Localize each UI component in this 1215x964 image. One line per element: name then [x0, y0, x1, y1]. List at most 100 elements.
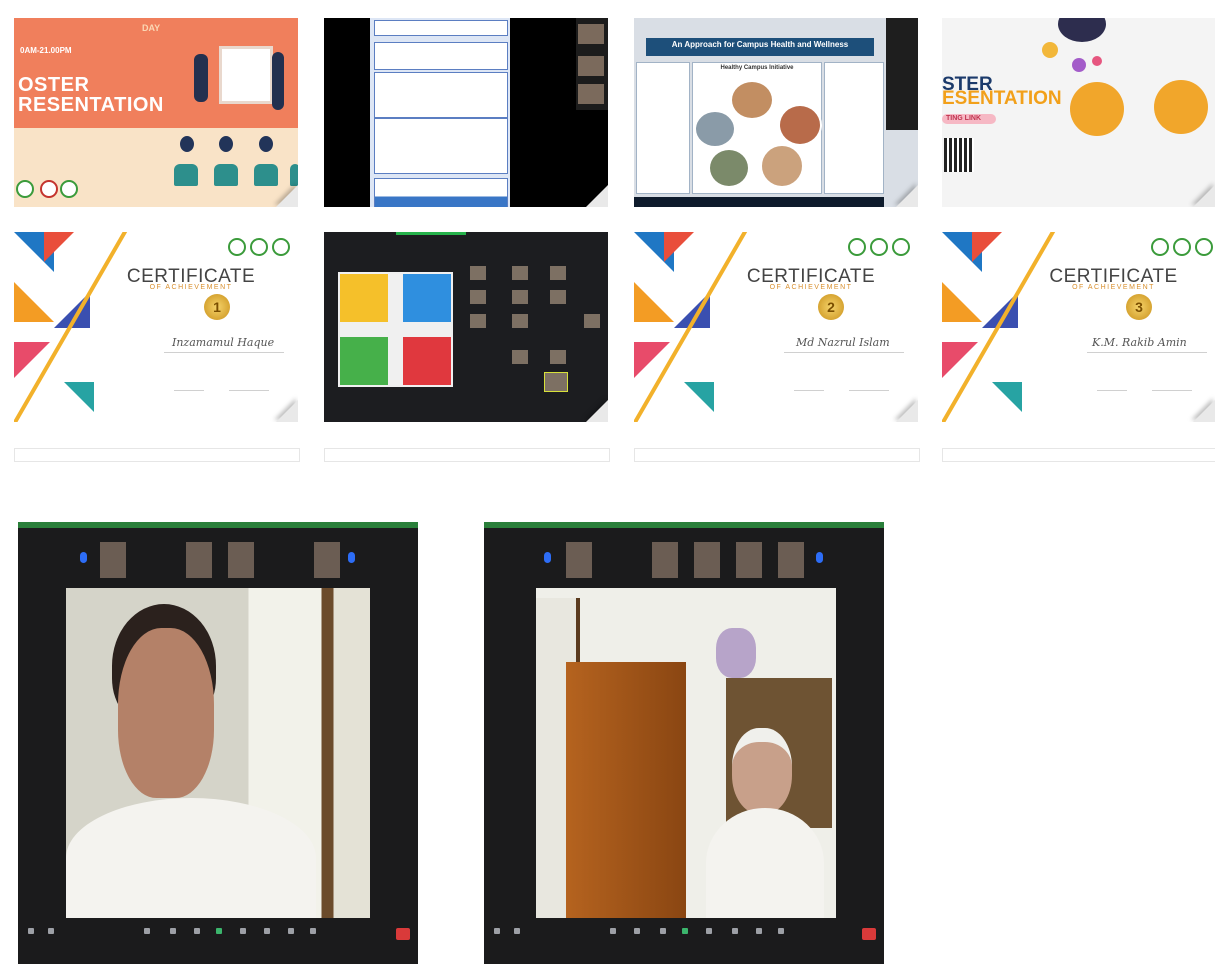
banner-title-line2: ESENTATION [942, 88, 1062, 109]
security-icon[interactable] [610, 928, 616, 934]
decor-circle [1042, 42, 1058, 58]
poster-header [374, 20, 508, 36]
more-icon[interactable] [778, 928, 784, 934]
banner-title-line2: RESENTATION [18, 94, 164, 116]
poster-screen-share-thumbnail[interactable] [324, 18, 608, 207]
certificate-thumbnail-3[interactable]: CERTIFICATE OF ACHIEVEMENT 3 K.M. Rakib … [942, 232, 1215, 422]
page-curl [586, 185, 608, 207]
speaker-shirt [706, 808, 824, 918]
university-logo-icon [892, 238, 910, 256]
poster-charts [374, 118, 508, 174]
end-meeting-button[interactable] [396, 928, 410, 940]
page-curl [276, 185, 298, 207]
participant-thumbnail [652, 542, 678, 578]
certificate-thumbnail-1[interactable]: CERTIFICATE OF ACHIEVEMENT 1 Inzamamul H… [14, 232, 298, 422]
ludo-blue-home [403, 274, 451, 322]
nav-left-icon[interactable] [544, 552, 551, 563]
university-logo-icon [272, 238, 290, 256]
placeholder-thumbnail [14, 448, 300, 462]
share-screen-icon[interactable] [682, 928, 688, 934]
mute-icon[interactable] [494, 928, 500, 934]
poster-presentation-speakers-thumbnail[interactable]: STER ESENTATION TING LINK [942, 18, 1215, 207]
participant-thumbnail [228, 542, 254, 578]
share-screen-icon[interactable] [216, 928, 222, 934]
participant-video [584, 314, 600, 328]
date-line [1097, 390, 1127, 391]
chat-icon[interactable] [194, 928, 200, 934]
security-icon[interactable] [144, 928, 150, 934]
reactions-icon[interactable] [264, 928, 270, 934]
speaker-face [732, 728, 792, 814]
audience-chair [174, 164, 198, 186]
apps-icon[interactable] [756, 928, 762, 934]
placeholder-thumbnail [634, 448, 920, 462]
wooden-door [566, 662, 686, 918]
zoom-meeting-screenshot-2[interactable] [484, 522, 884, 964]
participant-sidebar [576, 18, 608, 110]
page-curl [586, 400, 608, 422]
zoom-meeting-screenshot-1[interactable] [18, 522, 418, 964]
participant-thumbnail [100, 542, 126, 578]
participant-thumbnail [566, 542, 592, 578]
university-logo-icon [60, 180, 78, 198]
video-icon[interactable] [48, 928, 54, 934]
poster-image-circle [760, 144, 804, 188]
university-logo-icon [250, 238, 268, 256]
participant-thumbnail [186, 542, 212, 578]
decor-circle [1072, 58, 1086, 72]
signature-line [849, 390, 889, 391]
active-speaker-video [544, 372, 568, 392]
nav-right-icon[interactable] [348, 552, 355, 563]
chat-icon[interactable] [660, 928, 666, 934]
participants-icon[interactable] [170, 928, 176, 934]
poster-section [374, 42, 508, 70]
record-icon[interactable] [240, 928, 246, 934]
more-icon[interactable] [310, 928, 316, 934]
meeting-control-bar [18, 928, 418, 948]
active-speaker-video [66, 588, 370, 918]
nav-left-icon[interactable] [80, 552, 87, 563]
active-speaker-video [536, 588, 836, 918]
reactions-icon[interactable] [732, 928, 738, 934]
end-meeting-button[interactable] [862, 928, 876, 940]
university-logo-icon [1195, 238, 1213, 256]
university-logo-icon [870, 238, 888, 256]
record-icon[interactable] [706, 928, 712, 934]
ludo-red-home [403, 337, 451, 385]
video-icon[interactable] [514, 928, 520, 934]
campus-health-poster-thumbnail[interactable]: An Approach for Campus Health and Wellne… [634, 18, 918, 207]
curtain [716, 628, 756, 678]
participant-thumbnail [694, 542, 720, 578]
participant-sidebar [886, 18, 918, 130]
page-curl [1193, 400, 1215, 422]
speaker-shirt [66, 798, 316, 918]
poster-subhead: Healthy Campus Initiative [720, 65, 794, 71]
presenter-illustration [272, 52, 284, 110]
signature-line [164, 352, 284, 353]
poster-image-circle [694, 110, 736, 148]
nav-right-icon[interactable] [816, 552, 823, 563]
decor-triangle [14, 282, 54, 322]
meeting-top-bar [18, 522, 418, 528]
decor-triangle [992, 382, 1022, 412]
banner-day-label: DAY [142, 23, 161, 33]
ludo-game-screen-thumbnail[interactable] [324, 232, 608, 422]
presentation-board-illustration [219, 46, 273, 104]
mute-icon[interactable] [28, 928, 34, 934]
university-logo-icon [848, 238, 866, 256]
decor-triangle [942, 282, 982, 322]
apps-icon[interactable] [288, 928, 294, 934]
participants-icon[interactable] [634, 928, 640, 934]
certificate-recipient: K.M. Rakib Amin [1092, 336, 1187, 349]
poster-left-column [636, 62, 690, 194]
participant-thumbnail [314, 542, 340, 578]
certificate-subtitle: OF ACHIEVEMENT [149, 284, 233, 291]
placeholder-thumbnail [942, 448, 1215, 462]
certificate-subtitle: OF ACHIEVEMENT [1072, 284, 1155, 291]
participant-gallery [464, 262, 604, 402]
certificate-thumbnail-2[interactable]: CERTIFICATE OF ACHIEVEMENT 2 Md Nazrul I… [634, 232, 918, 422]
audience-head [180, 136, 194, 152]
poster-presentation-banner-thumbnail[interactable]: 0AM-21.00PM DAY OSTER RESENTATION [14, 18, 298, 207]
meeting-top-bar [396, 232, 466, 235]
participant-video [578, 56, 604, 76]
